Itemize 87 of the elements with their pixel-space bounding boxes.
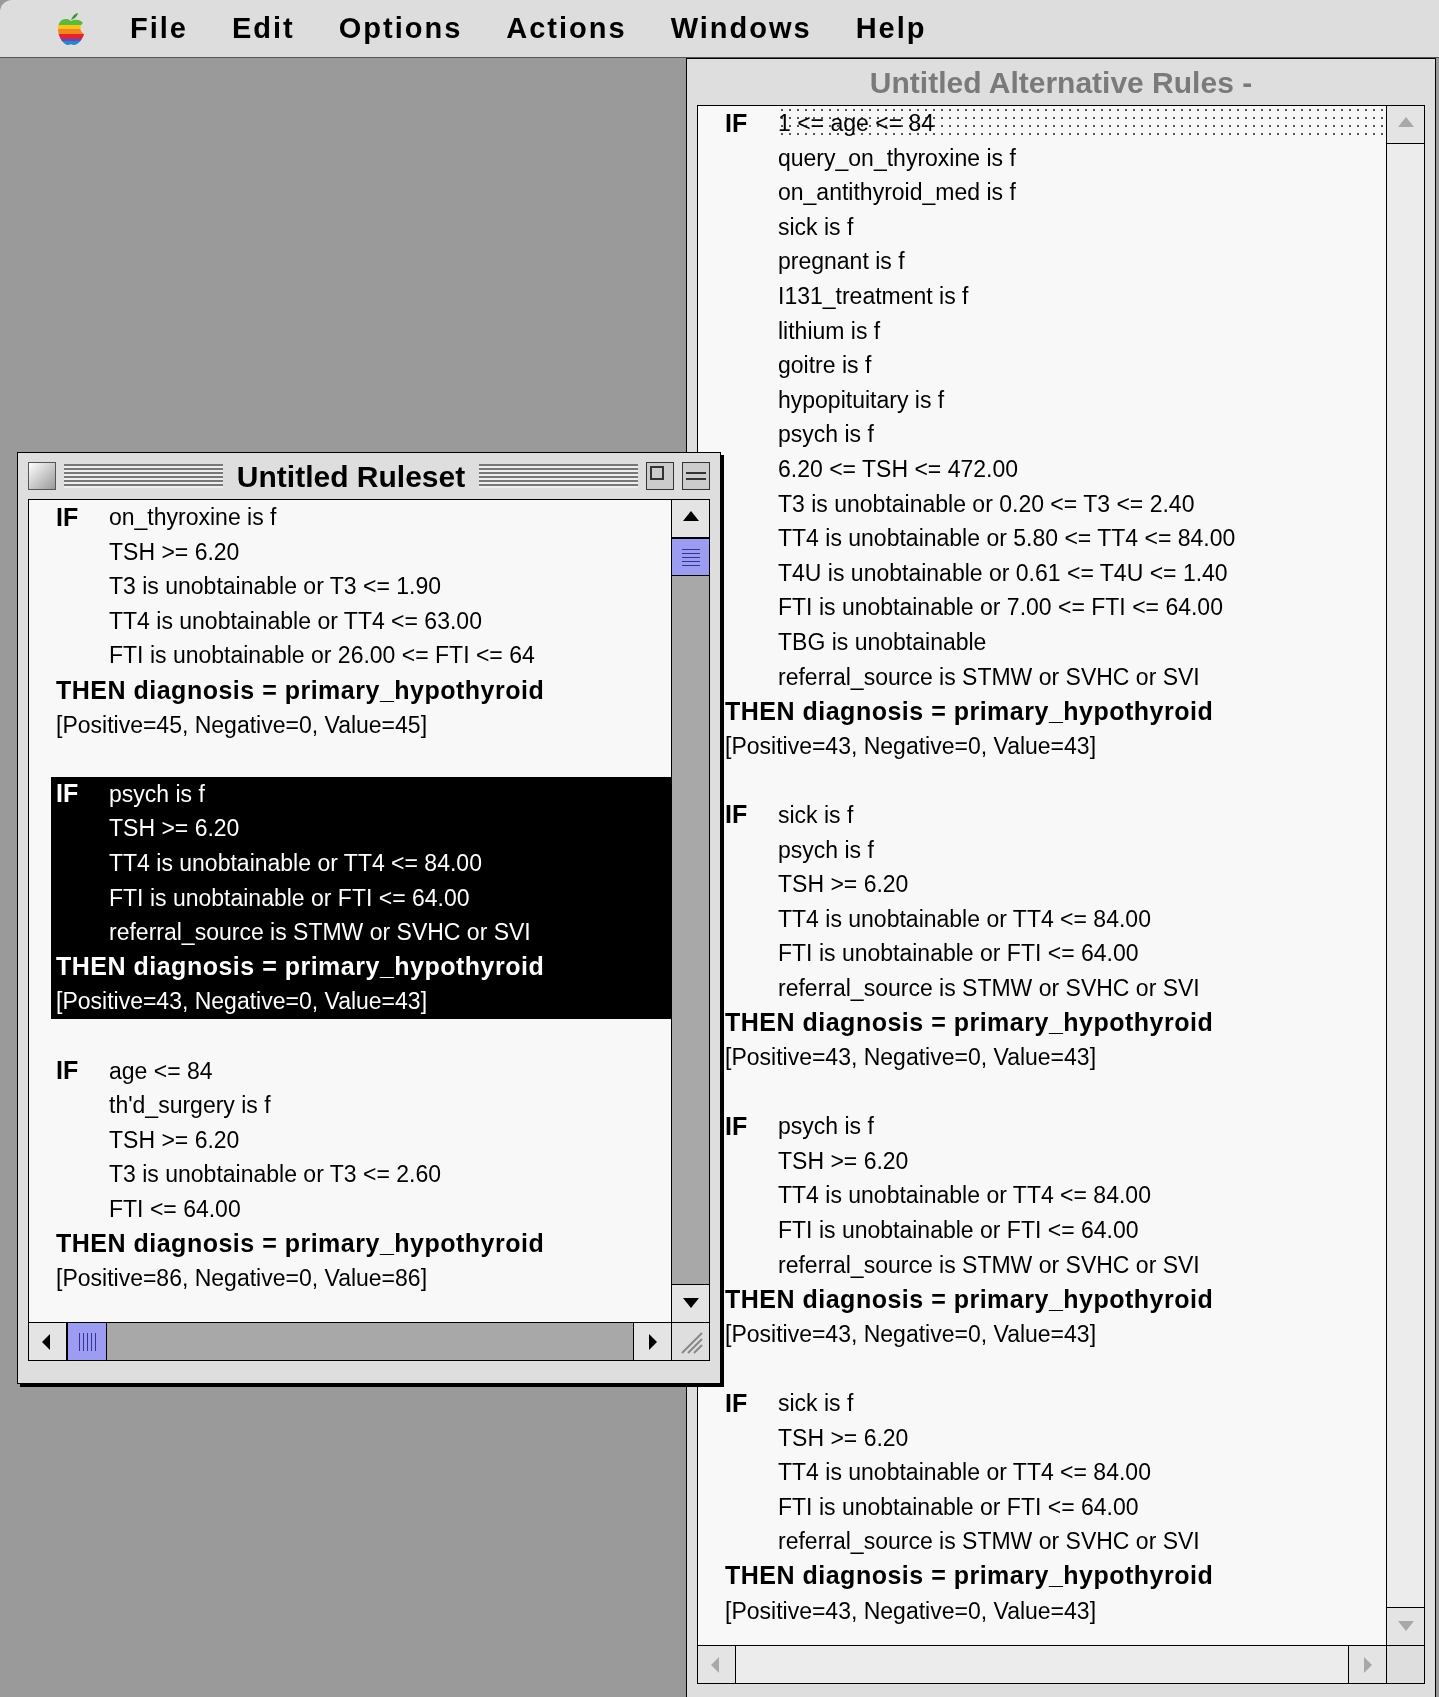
rule-condition: hypopituitary is f	[778, 385, 945, 415]
if-keyword: IF	[56, 502, 79, 531]
rule-condition: age <= 84	[109, 1056, 213, 1086]
rule-condition: sick is f	[778, 1389, 854, 1418]
scroll-thumb[interactable]	[672, 538, 709, 576]
rule-conclusion: THEN diagnosis = primary_hypothyroid	[725, 1007, 1214, 1038]
collapse-box[interactable]	[682, 462, 710, 490]
rule-condition: TSH >= 6.20	[109, 537, 240, 567]
rule-condition: goitre is f	[778, 351, 872, 381]
rule-condition: FTI <= 64.00	[109, 1194, 241, 1224]
apple-logo-icon[interactable]	[56, 11, 86, 46]
rule-condition: I131_treatment is f	[778, 282, 969, 311]
zoom-box[interactable]	[646, 462, 674, 490]
resize-box[interactable]	[1386, 1646, 1424, 1683]
rule-condition: FTI is unobtainable or 7.00 <= FTI <= 64.00	[778, 593, 1223, 623]
rule-condition: T3 is unobtainable or 0.20 <= T3 <= 2.40	[778, 489, 1195, 519]
rule-condition: on_thyroxine is f	[109, 503, 277, 533]
window-title: Untitled Ruleset	[235, 458, 467, 495]
rule-condition: TSH >= 6.20	[778, 870, 909, 900]
rule-statistics: [Positive=43, Negative=0, Value=43]	[725, 1596, 1097, 1626]
rule-condition: TT4 is unobtainable or TT4 <= 63.00	[109, 606, 482, 636]
if-keyword: IF	[725, 800, 748, 829]
rule-condition: TSH >= 6.20	[109, 1125, 240, 1155]
rule-condition: TBG is unobtainable	[778, 627, 987, 657]
rule-condition: TT4 is unobtainable or TT4 <= 84.00	[778, 1458, 1151, 1488]
rule-condition: referral_source is STMW or SVHC or SVI	[778, 973, 1200, 1003]
rule-conclusion: THEN diagnosis = primary_hypothyroid	[56, 1228, 545, 1259]
rule-condition: sick is f	[778, 212, 854, 242]
vertical-scrollbar[interactable]	[671, 500, 709, 1322]
rule-condition: referral_source is STMW or SVHC or SVI	[778, 1250, 1200, 1280]
rule-condition: 6.20 <= TSH <= 472.00	[778, 455, 1018, 484]
rule-statistics: [Positive=43, Negative=0, Value=43]	[725, 731, 1097, 761]
rule-condition: T4U is unobtainable or 0.61 <= T4U <= 1.40	[778, 558, 1228, 588]
rule-condition: psych is f	[778, 835, 874, 865]
close-box[interactable]	[28, 462, 56, 490]
rule-condition: TSH >= 6.20	[778, 1146, 909, 1176]
if-keyword: IF	[725, 1388, 748, 1417]
rule-condition: on_antithyroid_med is f	[778, 178, 1016, 208]
rule-condition: psych is f	[778, 1112, 874, 1142]
rule-condition: FTI is unobtainable or 26.00 <= FTI <= 64	[109, 641, 535, 671]
menu-item[interactable]: Edit	[231, 6, 295, 51]
rule-condition: FTI is unobtainable or FTI <= 64.00	[778, 939, 1139, 969]
rule-condition: TT4 is unobtainable or TT4 <= 84.00	[778, 904, 1151, 934]
rule-condition: referral_source is STMW or SVHC or SVI	[778, 662, 1200, 692]
rule-condition: th'd_surgery is f	[109, 1091, 271, 1121]
rule-condition: FTI is unobtainable or FTI <= 64.00	[778, 1492, 1139, 1522]
rule-condition: TT4 is unobtainable or TT4 <= 84.00	[778, 1181, 1151, 1211]
rule-condition: TSH >= 6.20	[778, 1423, 909, 1453]
if-keyword: IF	[725, 1111, 748, 1140]
resize-box[interactable]	[671, 1323, 709, 1360]
rule-condition: referral_source is STMW or SVHC or SVI	[778, 1527, 1200, 1557]
window-title: Untitled Alternative Rules -	[868, 64, 1254, 101]
rule-condition: T3 is unobtainable or T3 <= 2.60	[109, 1160, 442, 1190]
rule-statistics: [Positive=86, Negative=0, Value=86]	[56, 1264, 428, 1294]
rule-condition: sick is f	[778, 800, 854, 830]
rule-condition: FTI is unobtainable or FTI <= 64.00	[109, 883, 470, 913]
rule-conclusion: THEN diagnosis = primary_hypothyroid	[725, 1560, 1214, 1592]
rule-conclusion: THEN diagnosis = primary_hypothyroid	[56, 951, 545, 983]
if-keyword: IF	[56, 779, 79, 808]
rule-conclusion: THEN diagnosis = primary_hypothyroid	[725, 695, 1214, 727]
rule-condition: referral_source is STMW or SVHC or SVI	[109, 918, 531, 948]
menu-item[interactable]: File	[130, 6, 188, 51]
menu-item[interactable]: Windows	[670, 6, 812, 51]
rule-conclusion: THEN diagnosis = primary_hypothyroid	[56, 674, 545, 706]
horizontal-scrollbar[interactable]	[29, 1323, 671, 1360]
rule-conclusion: THEN diagnosis = primary_hypothyroid	[725, 1283, 1214, 1315]
rule-statistics: [Positive=43, Negative=0, Value=43]	[56, 987, 428, 1017]
rule-condition: TT4 is unobtainable or TT4 <= 84.00	[109, 849, 482, 878]
rule-condition: FTI is unobtainable or FTI <= 64.00	[778, 1216, 1139, 1246]
selected-rule-highlight[interactable]	[51, 776, 671, 1019]
menu-item[interactable]: Options	[338, 6, 463, 51]
rule-condition: pregnant is f	[778, 247, 905, 277]
menu-item[interactable]: Actions	[506, 6, 627, 51]
rule-condition: lithium is f	[778, 316, 881, 346]
rule-statistics: [Positive=45, Negative=0, Value=45]	[56, 710, 428, 740]
rule-statistics: [Positive=43, Negative=0, Value=43]	[725, 1043, 1097, 1073]
rule-condition: TT4 is unobtainable or 5.80 <= TT4 <= 84.00	[778, 524, 1236, 554]
rule-condition: T3 is unobtainable or T3 <= 1.90	[109, 572, 442, 602]
rule-condition: psych is f	[778, 420, 874, 450]
rule-condition: psych is f	[109, 779, 205, 809]
scroll-thumb[interactable]	[67, 1323, 107, 1360]
rule-condition: query_on_thyroxine is f	[778, 143, 1016, 173]
if-keyword: IF	[725, 108, 748, 137]
menu-item[interactable]: Help	[855, 6, 927, 51]
if-keyword: IF	[56, 1056, 79, 1085]
rule-condition: TSH >= 6.20	[109, 814, 240, 844]
rule-statistics: [Positive=43, Negative=0, Value=43]	[725, 1319, 1097, 1349]
